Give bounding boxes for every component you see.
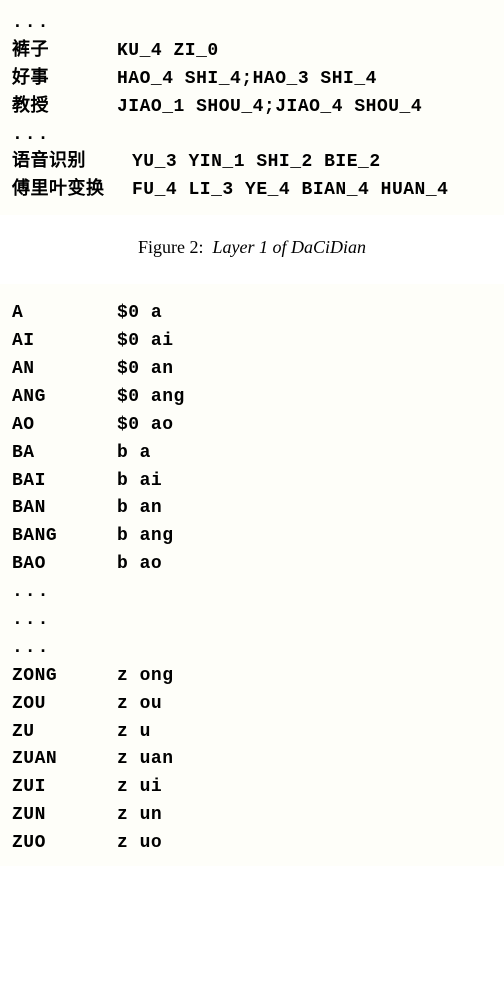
dict-value: $0 a <box>117 300 492 328</box>
dict-key: ANG <box>12 384 117 412</box>
dict-key: AO <box>12 412 117 440</box>
dict-row: 好事HAO_4 SHI_4;HAO_3 SHI_4 <box>12 66 492 94</box>
dict-key: BAI <box>12 468 117 496</box>
dict-key: BAN <box>12 495 117 523</box>
dict-row: ... <box>12 579 492 607</box>
dict-key: ZUN <box>12 802 117 830</box>
dict-row: BAIb ai <box>12 468 492 496</box>
dict-key: 教授 <box>12 94 117 122</box>
dict-row: AI$0 ai <box>12 328 492 356</box>
dict-value: b ai <box>117 468 492 496</box>
code-block-2: A$0 aAI$0 aiAN$0 anANG$0 angAO$0 aoBAb a… <box>0 284 504 866</box>
dict-value: z uan <box>117 746 492 774</box>
dict-value: $0 ang <box>117 384 492 412</box>
dict-row: 语音识别YU_3 YIN_1 SHI_2 BIE_2 <box>12 149 492 177</box>
dict-key: ... <box>12 10 117 38</box>
dict-value: z ou <box>117 691 492 719</box>
dict-key: ... <box>12 635 117 663</box>
dict-value: z ui <box>117 774 492 802</box>
dict-key: ... <box>12 579 117 607</box>
dict-row: ZUANz uan <box>12 746 492 774</box>
dict-key: ZOU <box>12 691 117 719</box>
dict-row: ZUOz uo <box>12 830 492 858</box>
dict-key: BA <box>12 440 117 468</box>
dict-row: BAOb ao <box>12 551 492 579</box>
figure-caption: Figure 2: Layer 1 of DaCiDian <box>0 215 504 284</box>
dict-value: $0 an <box>117 356 492 384</box>
dict-value: z un <box>117 802 492 830</box>
dict-row: A$0 a <box>12 300 492 328</box>
dict-row: BAb a <box>12 440 492 468</box>
dict-row: ZUNz un <box>12 802 492 830</box>
dict-value: JIAO_1 SHOU_4;JIAO_4 SHOU_4 <box>117 94 492 122</box>
dict-key: BANG <box>12 523 117 551</box>
dict-key: AN <box>12 356 117 384</box>
dict-row: 教授JIAO_1 SHOU_4;JIAO_4 SHOU_4 <box>12 94 492 122</box>
dict-row: ANG$0 ang <box>12 384 492 412</box>
dict-row: ... <box>12 122 492 150</box>
dict-value: b an <box>117 495 492 523</box>
dict-key: 傅里叶变换 <box>12 177 132 205</box>
dict-value: z uo <box>117 830 492 858</box>
dict-row: 傅里叶变换FU_4 LI_3 YE_4 BIAN_4 HUAN_4 <box>12 177 492 205</box>
dict-key: ZUAN <box>12 746 117 774</box>
dict-key: ZU <box>12 719 117 747</box>
dict-value: KU_4 ZI_0 <box>117 38 492 66</box>
dict-value: b a <box>117 440 492 468</box>
dict-value: z ong <box>117 663 492 691</box>
dict-value: b ang <box>117 523 492 551</box>
dict-key: AI <box>12 328 117 356</box>
dict-row: 裤子KU_4 ZI_0 <box>12 38 492 66</box>
dict-row: AN$0 an <box>12 356 492 384</box>
dict-key: 好事 <box>12 66 117 94</box>
dict-value: YU_3 YIN_1 SHI_2 BIE_2 <box>132 149 492 177</box>
dict-key: 裤子 <box>12 38 117 66</box>
dict-key: ZUO <box>12 830 117 858</box>
dict-row: BANGb ang <box>12 523 492 551</box>
dict-row: ... <box>12 10 492 38</box>
dict-key: BAO <box>12 551 117 579</box>
dict-row: ZUIz ui <box>12 774 492 802</box>
dict-row: ZUz u <box>12 719 492 747</box>
caption-text: Layer 1 of DaCiDian <box>212 237 366 257</box>
dict-key: 语音识别 <box>12 149 132 177</box>
dict-row: ... <box>12 607 492 635</box>
dict-key: ZONG <box>12 663 117 691</box>
dict-value: z u <box>117 719 492 747</box>
dict-key: ... <box>12 122 117 150</box>
caption-label: Figure 2: <box>138 237 204 257</box>
dict-row: ... <box>12 635 492 663</box>
dict-value: b ao <box>117 551 492 579</box>
dict-row: AO$0 ao <box>12 412 492 440</box>
dict-key: ... <box>12 607 117 635</box>
dict-value: HAO_4 SHI_4;HAO_3 SHI_4 <box>117 66 492 94</box>
code-block-1: ...裤子KU_4 ZI_0好事HAO_4 SHI_4;HAO_3 SHI_4教… <box>0 0 504 215</box>
dict-key: A <box>12 300 117 328</box>
dict-row: ZONGz ong <box>12 663 492 691</box>
dict-key: ZUI <box>12 774 117 802</box>
dict-value: $0 ao <box>117 412 492 440</box>
dict-value: FU_4 LI_3 YE_4 BIAN_4 HUAN_4 <box>132 177 492 205</box>
dict-row: ZOUz ou <box>12 691 492 719</box>
dict-row: BANb an <box>12 495 492 523</box>
dict-value: $0 ai <box>117 328 492 356</box>
